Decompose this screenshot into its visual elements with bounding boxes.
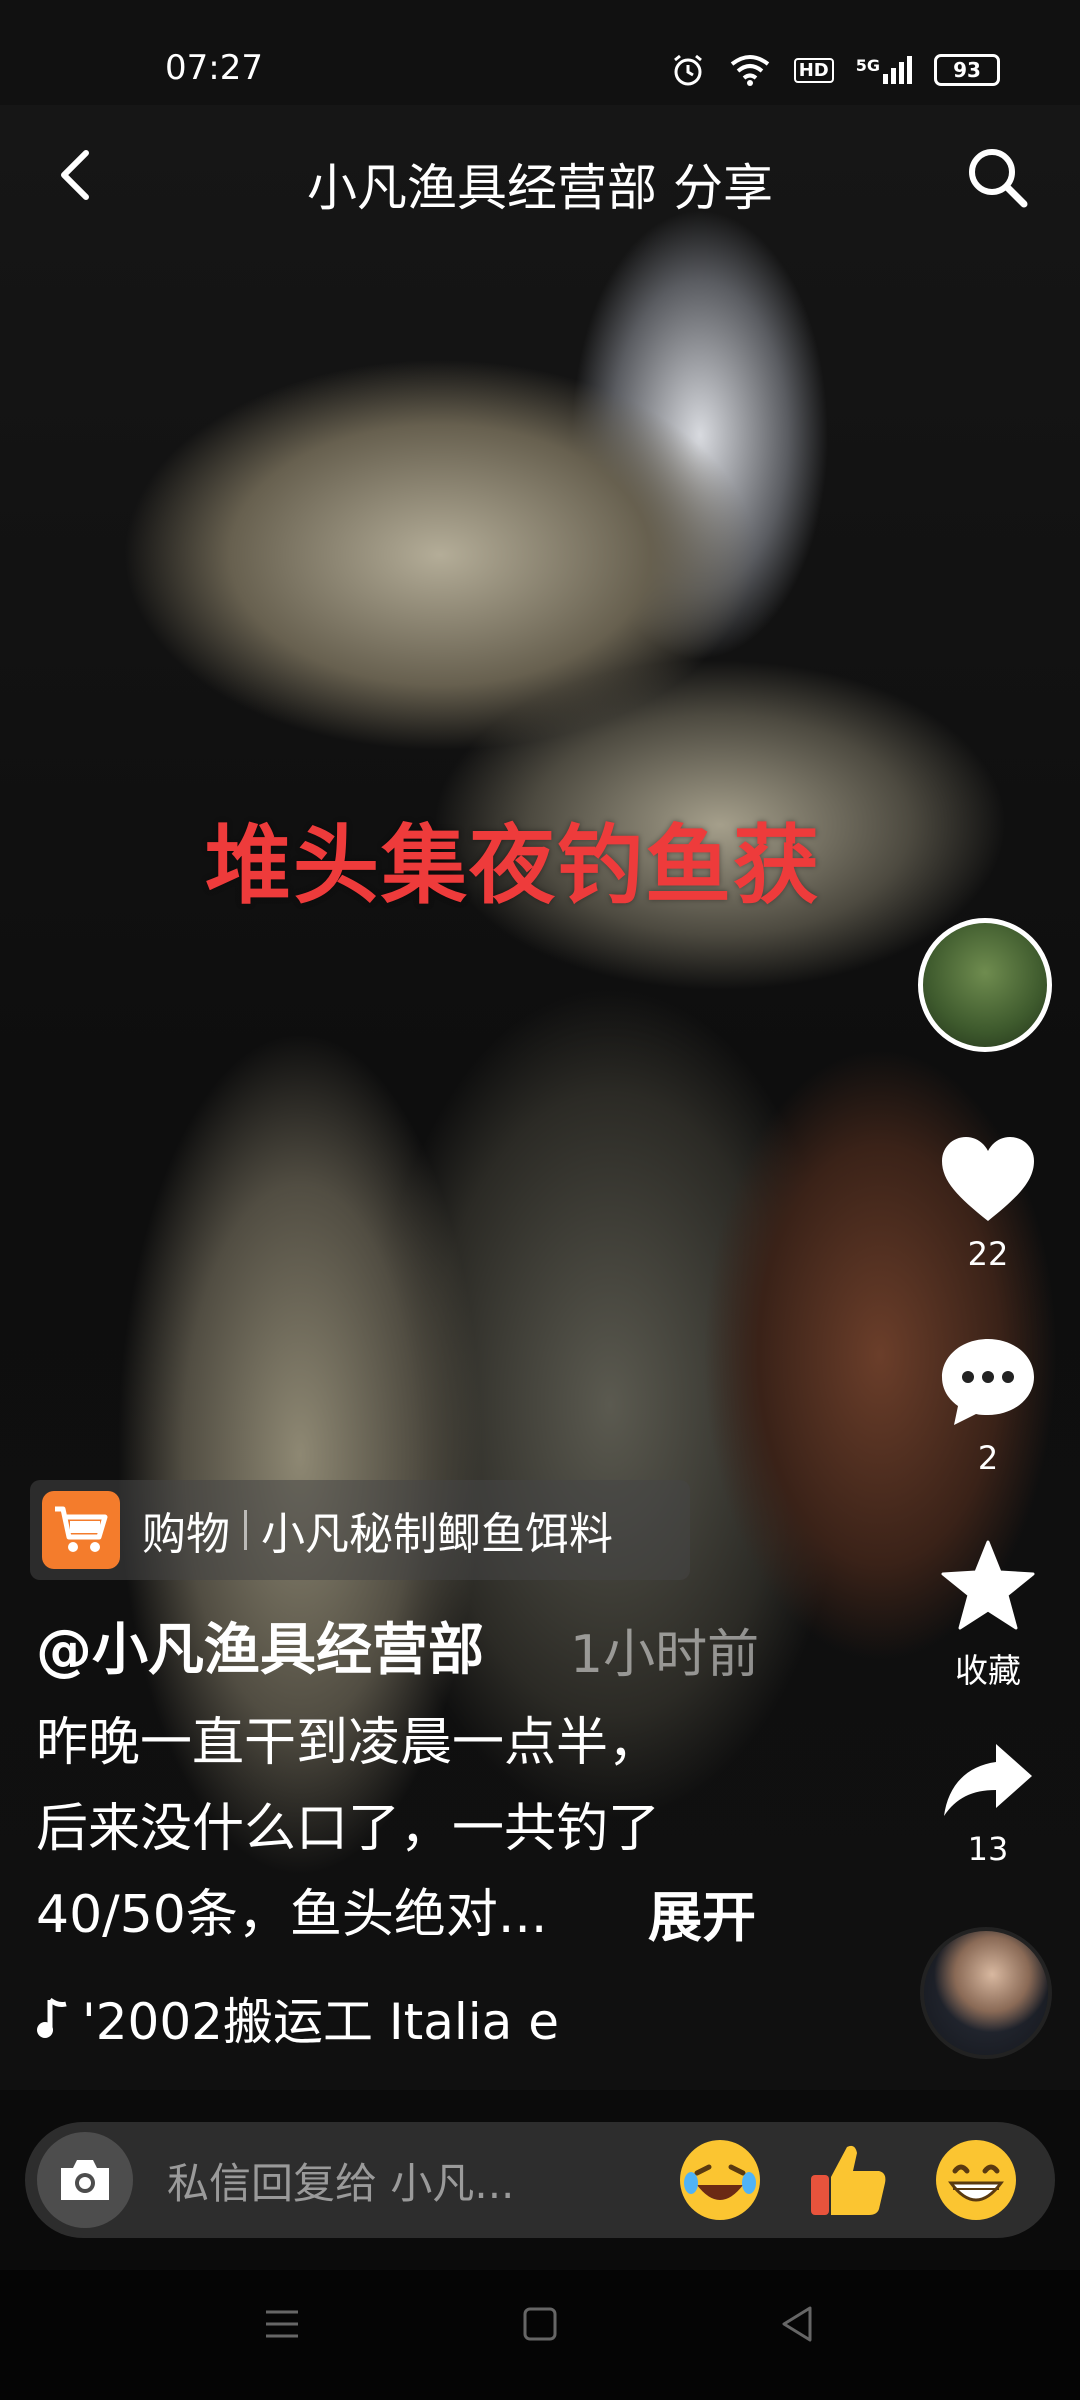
shopping-cart-icon <box>42 1491 120 1569</box>
network-label: 5G <box>855 56 880 75</box>
hd-badge: HD <box>793 57 834 83</box>
shop-label: 购物 <box>142 1509 230 1560</box>
author-name[interactable]: @小凡渔具经营部 <box>36 1605 484 1686</box>
expand-button[interactable]: 展开 <box>648 1873 756 1952</box>
home-icon[interactable] <box>518 2302 562 2346</box>
status-icons: HD 5G 93 <box>670 52 1000 88</box>
music-title: '2002搬运工 Italia e <box>82 1993 559 2051</box>
camera-button[interactable] <box>37 2132 133 2228</box>
comment-button[interactable]: 2 <box>913 1335 1063 1477</box>
comment-count: 2 <box>977 1439 999 1477</box>
favorite-label: 收藏 <box>955 1651 1021 1690</box>
camera-icon <box>61 2160 109 2200</box>
reply-bar: 私信回复给 小凡... <box>25 2122 1055 2238</box>
page-title: 小凡渔具经营部 分享 <box>307 159 773 217</box>
author-avatar[interactable] <box>918 918 1052 1052</box>
alarm-icon <box>673 54 702 86</box>
search-icon[interactable] <box>962 142 1032 212</box>
like-button[interactable]: 22 <box>913 1135 1063 1273</box>
comment-icon <box>942 1339 1034 1425</box>
share-button[interactable]: 13 <box>913 1740 1063 1868</box>
status-time: 07:27 <box>165 48 263 88</box>
music-row[interactable]: '2002搬运工 Italia e <box>36 1982 602 2054</box>
share-icon <box>944 1744 1032 1816</box>
share-count: 13 <box>967 1830 1009 1868</box>
product-name: 小凡秘制鲫鱼饵料 <box>261 1509 613 1560</box>
music-note-icon <box>37 1997 67 2038</box>
like-count: 22 <box>967 1235 1009 1273</box>
grinning-emoji-icon[interactable] <box>931 2135 1021 2225</box>
heart-icon <box>942 1137 1034 1221</box>
status-bar: 07:27 HD 5G 93 <box>0 0 1080 105</box>
post-time: 1小时前 <box>570 1625 760 1685</box>
wifi-icon <box>730 55 769 86</box>
music-disc-avatar[interactable] <box>920 1927 1052 2059</box>
video-overlay-caption: 堆头集夜钓鱼获 <box>205 816 821 916</box>
divider <box>244 1510 247 1550</box>
menu-icon[interactable] <box>260 2302 304 2346</box>
star-icon <box>941 1540 1035 1630</box>
reply-input[interactable]: 私信回复给 小凡... <box>167 2150 637 2211</box>
laughing-emoji-icon[interactable] <box>675 2135 765 2225</box>
product-card[interactable]: 购物 小凡秘制鲫鱼饵料 <box>30 1480 690 1580</box>
thumbs-up-emoji-icon[interactable] <box>803 2135 893 2225</box>
desc-line: 后来没什么口了，一共钓了 <box>36 1799 661 1859</box>
back-nav-icon[interactable] <box>776 2302 820 2346</box>
desc-line: 昨晚一直干到凌晨一点半， <box>36 1713 661 1773</box>
favorite-button[interactable]: 收藏 <box>913 1540 1063 1692</box>
signal-icon: 5G <box>856 56 912 84</box>
battery-icon: 93 <box>934 54 1000 86</box>
